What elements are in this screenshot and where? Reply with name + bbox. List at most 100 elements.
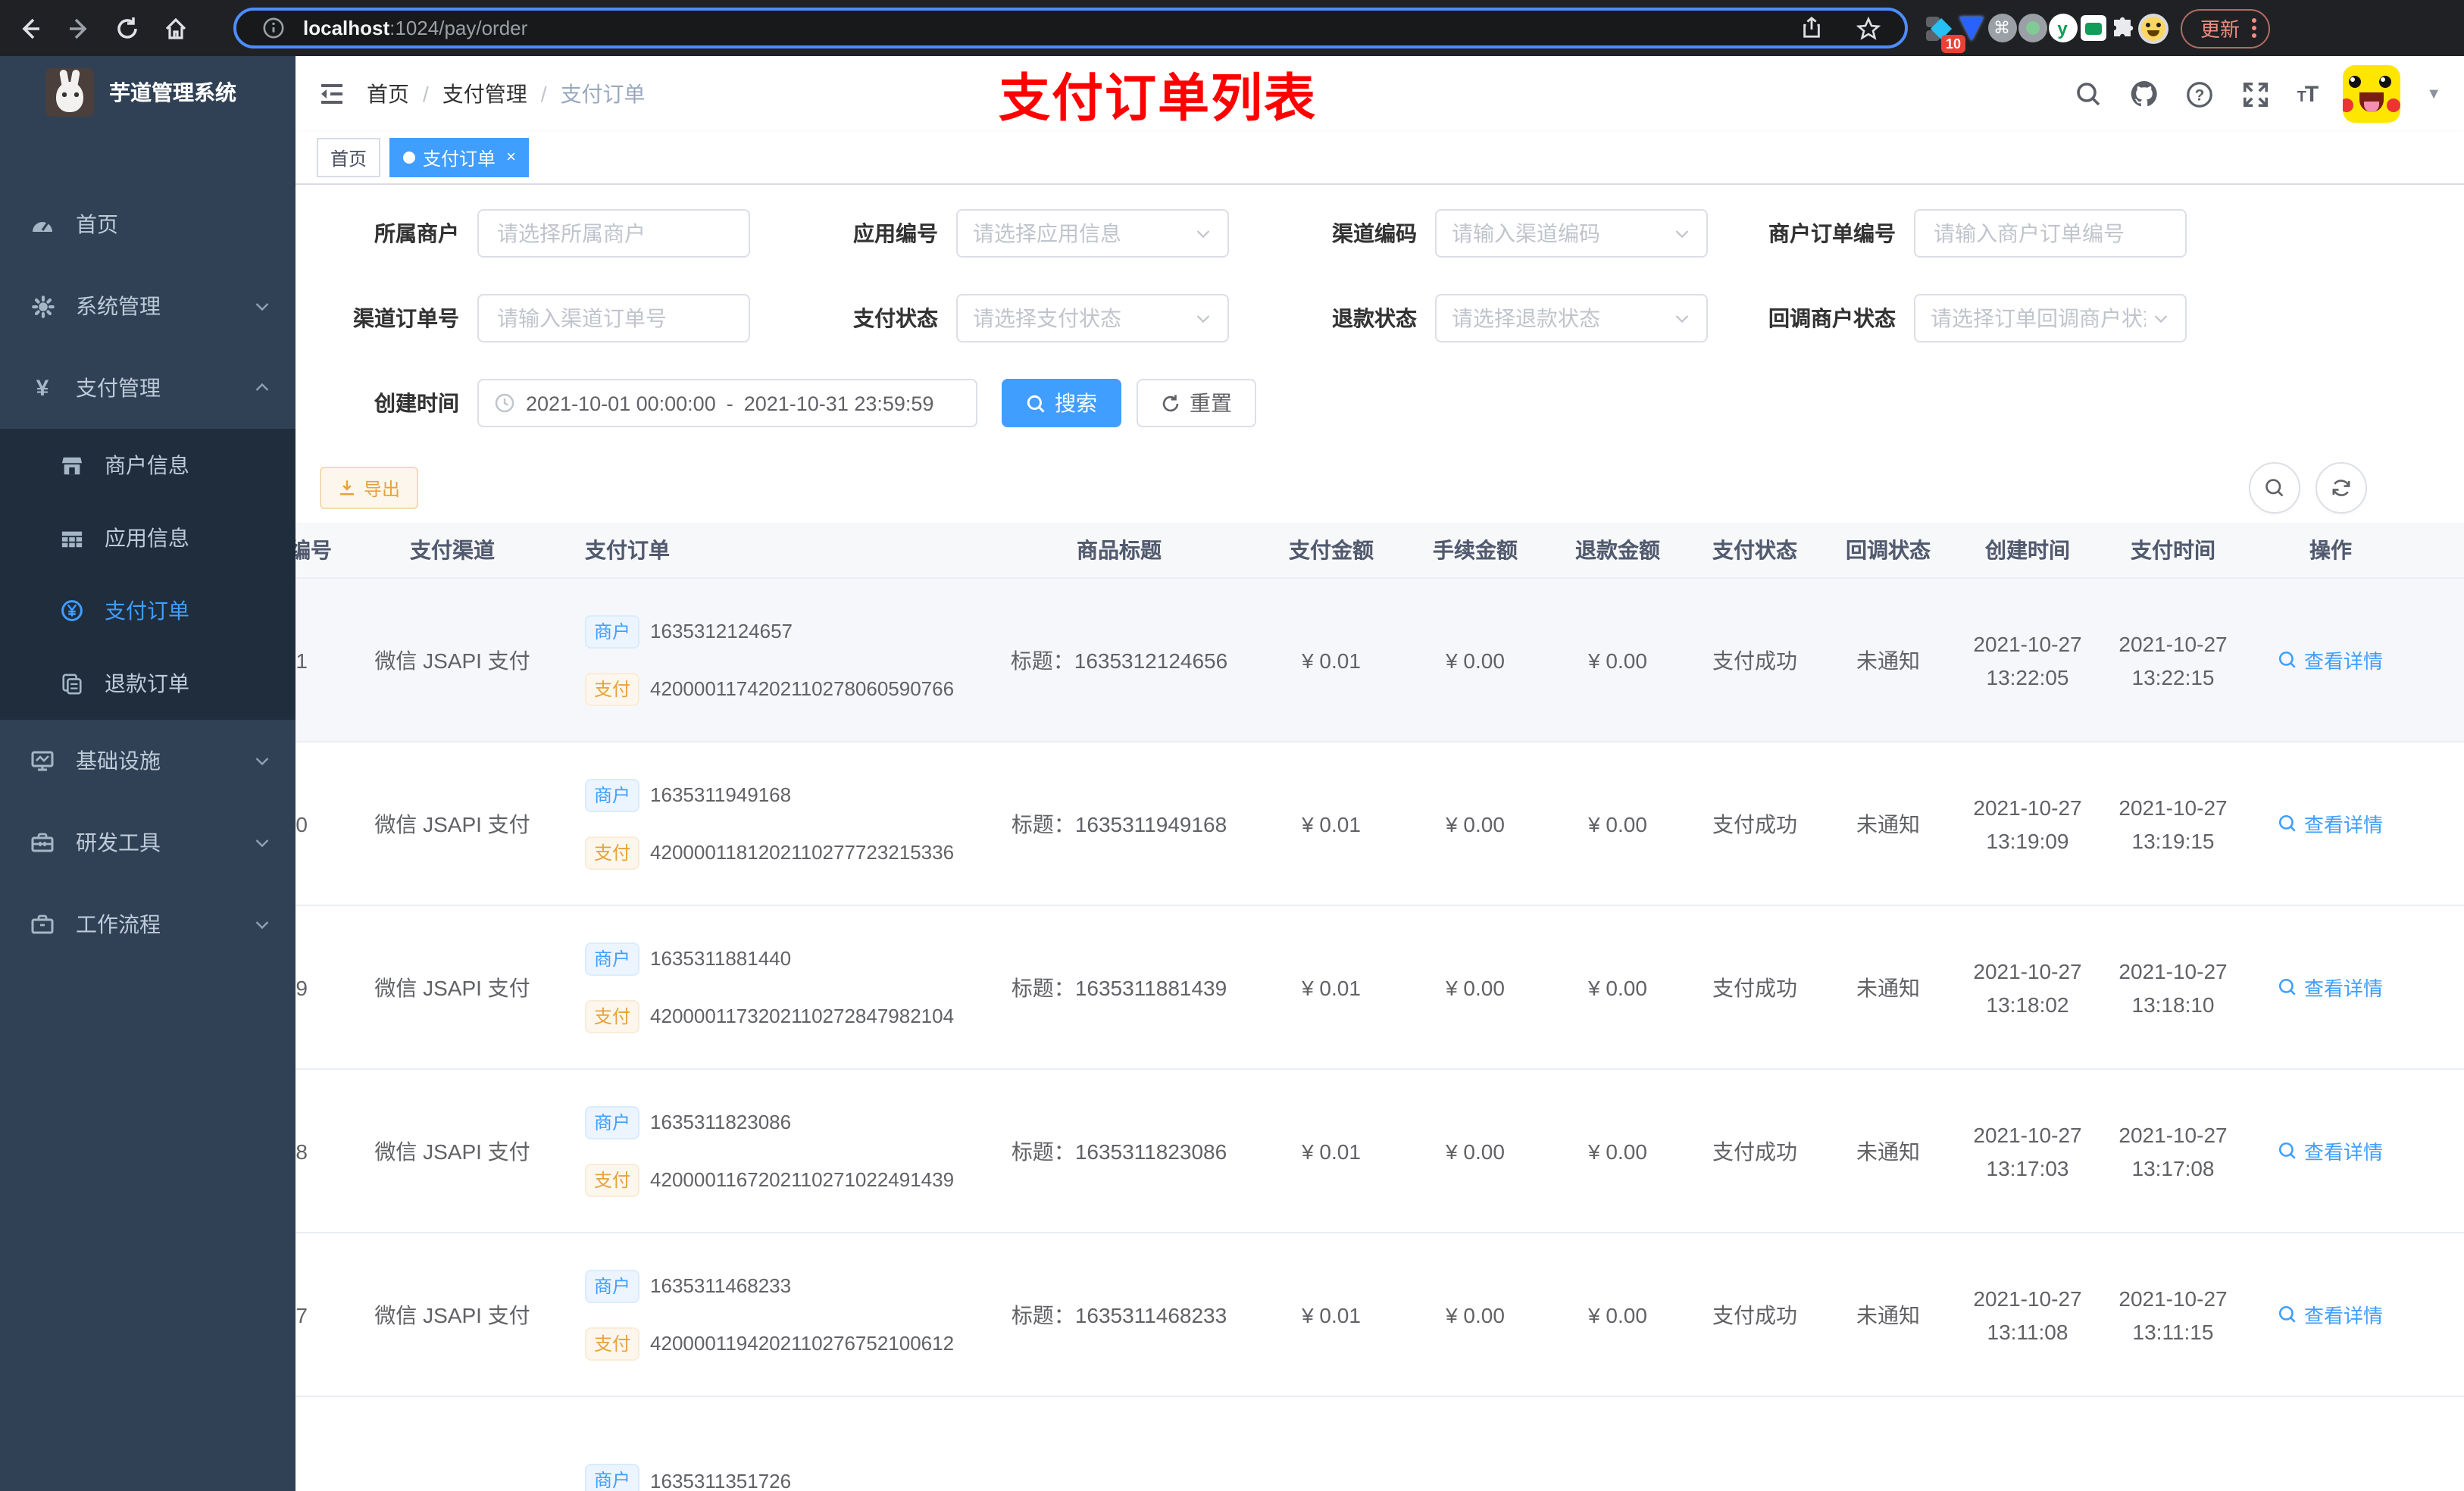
- channel-order-no-filter-label: 渠道订单号: [353, 306, 459, 330]
- view-detail-link[interactable]: 查看详情: [2246, 809, 2416, 838]
- active-dot: [403, 152, 416, 164]
- refund-status-filter-select[interactable]: 请选择退款状态: [1435, 294, 1708, 342]
- table-row-partial[interactable]: 商户 1635311351726: [295, 1397, 2464, 1491]
- fullscreen-icon[interactable]: [2241, 79, 2272, 109]
- create-time-range-input[interactable]: 2021-10-01 00:00:00 - 2021-10-31 23:59:5…: [477, 379, 977, 427]
- row-amount: ¥ 0.01: [1302, 975, 1361, 999]
- sidebar-item-devtool[interactable]: 研发工具: [0, 802, 295, 883]
- user-avatar[interactable]: [2343, 65, 2401, 123]
- browser-menu-icon[interactable]: [2252, 18, 2257, 38]
- export-button[interactable]: 导出: [320, 467, 419, 509]
- pay-tag: 支付: [585, 1163, 640, 1196]
- header-search-icon[interactable]: [2073, 79, 2103, 109]
- sidebar-fold-icon[interactable]: [318, 80, 346, 108]
- row-pay-time: 2021-10-27 13:19:15: [2118, 795, 2228, 852]
- sidebar-item-home[interactable]: 首页: [0, 183, 295, 265]
- back-icon[interactable]: [12, 10, 48, 46]
- logo[interactable]: 芋道管理系统: [0, 56, 295, 129]
- view-detail-link[interactable]: 查看详情: [2246, 973, 2416, 1002]
- row-pay-order: 商户 1635311823086 支付 4200001167202110271022…: [570, 1105, 979, 1196]
- sidebar-item-system[interactable]: 系统管理: [0, 265, 295, 347]
- extension-command-icon[interactable]: ⌘: [1987, 13, 2017, 43]
- col-id: 编号: [295, 538, 332, 562]
- github-icon[interactable]: [2129, 79, 2159, 109]
- share-icon[interactable]: [1793, 10, 1829, 46]
- row-refund: ¥ 0.00: [1588, 648, 1647, 672]
- table-header: 编号 支付渠道 支付订单 商品标题 支付金额 手续金额 退款金额 支付状态 回调…: [295, 523, 2464, 579]
- channel-code-filter-select[interactable]: 请输入渠道编码: [1435, 209, 1708, 258]
- search-button[interactable]: 搜索: [1002, 379, 1121, 427]
- extensions-puzzle-icon[interactable]: [2108, 13, 2138, 43]
- extension-y-icon[interactable]: y: [2047, 13, 2078, 43]
- merchant-filter-input[interactable]: [477, 209, 750, 258]
- row-pay-status: 支付成功: [1712, 975, 1797, 999]
- chevron-down-icon: [253, 752, 271, 770]
- col-notify-status: 回调状态: [1846, 538, 1931, 562]
- view-detail-link[interactable]: 查看详情: [2246, 1300, 2416, 1329]
- sidebar-item-infra[interactable]: 基础设施: [0, 720, 295, 802]
- row-channel: 微信 JSAPI 支付: [374, 1302, 530, 1327]
- row-id: 118: [295, 1139, 308, 1163]
- refresh-table-button[interactable]: [2315, 462, 2367, 514]
- chevron-down-icon: [1194, 309, 1212, 327]
- extension-diamond-icon[interactable]: 10: [1926, 13, 1965, 52]
- pay-tag: 支付: [585, 1327, 640, 1360]
- browser-update-button[interactable]: 更新: [2181, 8, 2271, 48]
- app-filter-select[interactable]: 请选择应用信息: [956, 209, 1229, 258]
- address-bar[interactable]: localhost:1024/pay/order: [233, 8, 1908, 48]
- sidebar-item-pay[interactable]: ¥ 支付管理: [0, 347, 295, 429]
- merchant-order-no-filter-input[interactable]: [1914, 209, 2187, 258]
- row-pay-status: 支付成功: [1712, 648, 1797, 672]
- forward-icon[interactable]: [61, 10, 97, 46]
- chevron-down-icon: [2152, 309, 2170, 327]
- row-notify-status: 未通知: [1856, 648, 1920, 672]
- table-row[interactable]: 118 微信 JSAPI 支付 商户1635311823086 支付420000…: [295, 1070, 2464, 1233]
- date-start: 2021-10-01 00:00:00: [526, 392, 716, 414]
- view-detail-link[interactable]: 查看详情: [2246, 645, 2416, 674]
- extensions-row: 10 ⌘ y: [1926, 13, 2169, 52]
- row-pay-order: 商户 1635311949168 支付 4200001181202110277723…: [570, 778, 979, 869]
- merchant-tag: 商户: [585, 614, 640, 648]
- row-pay-time: 2021-10-27 13:22:15: [2118, 631, 2228, 689]
- row-notify-status: 未通知: [1856, 811, 1920, 836]
- bookmark-star-icon[interactable]: [1850, 10, 1887, 46]
- col-pay-order: 支付订单: [585, 538, 670, 562]
- table-row[interactable]: 119 微信 JSAPI 支付 商户1635311881440 支付420000…: [295, 906, 2464, 1070]
- table-row[interactable]: 120 微信 JSAPI 支付 商户1635311949168 支付420000…: [295, 742, 2464, 906]
- row-pay-status: 支付成功: [1712, 811, 1797, 836]
- tag-home[interactable]: 首页: [317, 138, 381, 177]
- home-icon[interactable]: [158, 10, 194, 46]
- sidebar-item-app-info[interactable]: 应用信息: [0, 502, 295, 574]
- notify-status-filter-select[interactable]: 请选择订单回调商户状态: [1914, 294, 2187, 342]
- breadcrumb-pay[interactable]: 支付管理: [442, 79, 527, 109]
- info-icon[interactable]: [255, 10, 291, 46]
- breadcrumb: 首页 / 支付管理 / 支付订单: [367, 79, 646, 109]
- font-size-icon[interactable]: TT: [2297, 81, 2319, 107]
- tag-pay-order[interactable]: 支付订单 ×: [389, 138, 530, 177]
- col-title: 商品标题: [1077, 538, 1162, 562]
- table-row[interactable]: 121 微信 JSAPI 支付 商户1635312124657 支付420000…: [295, 579, 2464, 742]
- extension-kite-icon[interactable]: [1956, 13, 1987, 43]
- extension-chat-icon[interactable]: [2078, 13, 2108, 43]
- sidebar: 芋道管理系统 首页 系统管理 ¥ 支付管理 商户信息 应用信息 支付订单 退款订…: [0, 56, 295, 1491]
- app-title: 芋道管理系统: [109, 80, 236, 105]
- breadcrumb-home[interactable]: 首页: [367, 79, 409, 109]
- sidebar-item-pay-order[interactable]: 支付订单: [0, 574, 295, 647]
- sidebar-item-workflow[interactable]: 工作流程: [0, 883, 295, 965]
- row-fee: ¥ 0.00: [1446, 975, 1505, 999]
- reload-icon[interactable]: [109, 10, 145, 46]
- view-detail-link[interactable]: 查看详情: [2246, 1136, 2416, 1165]
- reset-button[interactable]: 重置: [1137, 379, 1256, 427]
- tag-close-icon[interactable]: ×: [506, 148, 516, 167]
- table-row[interactable]: 117 微信 JSAPI 支付 商户1635311468233 支付420000…: [295, 1233, 2464, 1397]
- channel-order-no-filter-input[interactable]: [477, 294, 750, 342]
- merchant-tag: 商户: [585, 942, 640, 975]
- help-icon[interactable]: ?: [2185, 79, 2215, 109]
- profile-avatar-icon[interactable]: [2138, 13, 2169, 43]
- pay-status-filter-select[interactable]: 请选择支付状态: [956, 294, 1229, 342]
- avatar-caret-icon[interactable]: ▼: [2426, 86, 2441, 102]
- sidebar-item-merchant-info[interactable]: 商户信息: [0, 429, 295, 502]
- sidebar-item-refund-order[interactable]: 退款订单: [0, 647, 295, 720]
- extension-record-icon[interactable]: [2017, 13, 2047, 43]
- show-search-toggle-button[interactable]: [2249, 462, 2300, 514]
